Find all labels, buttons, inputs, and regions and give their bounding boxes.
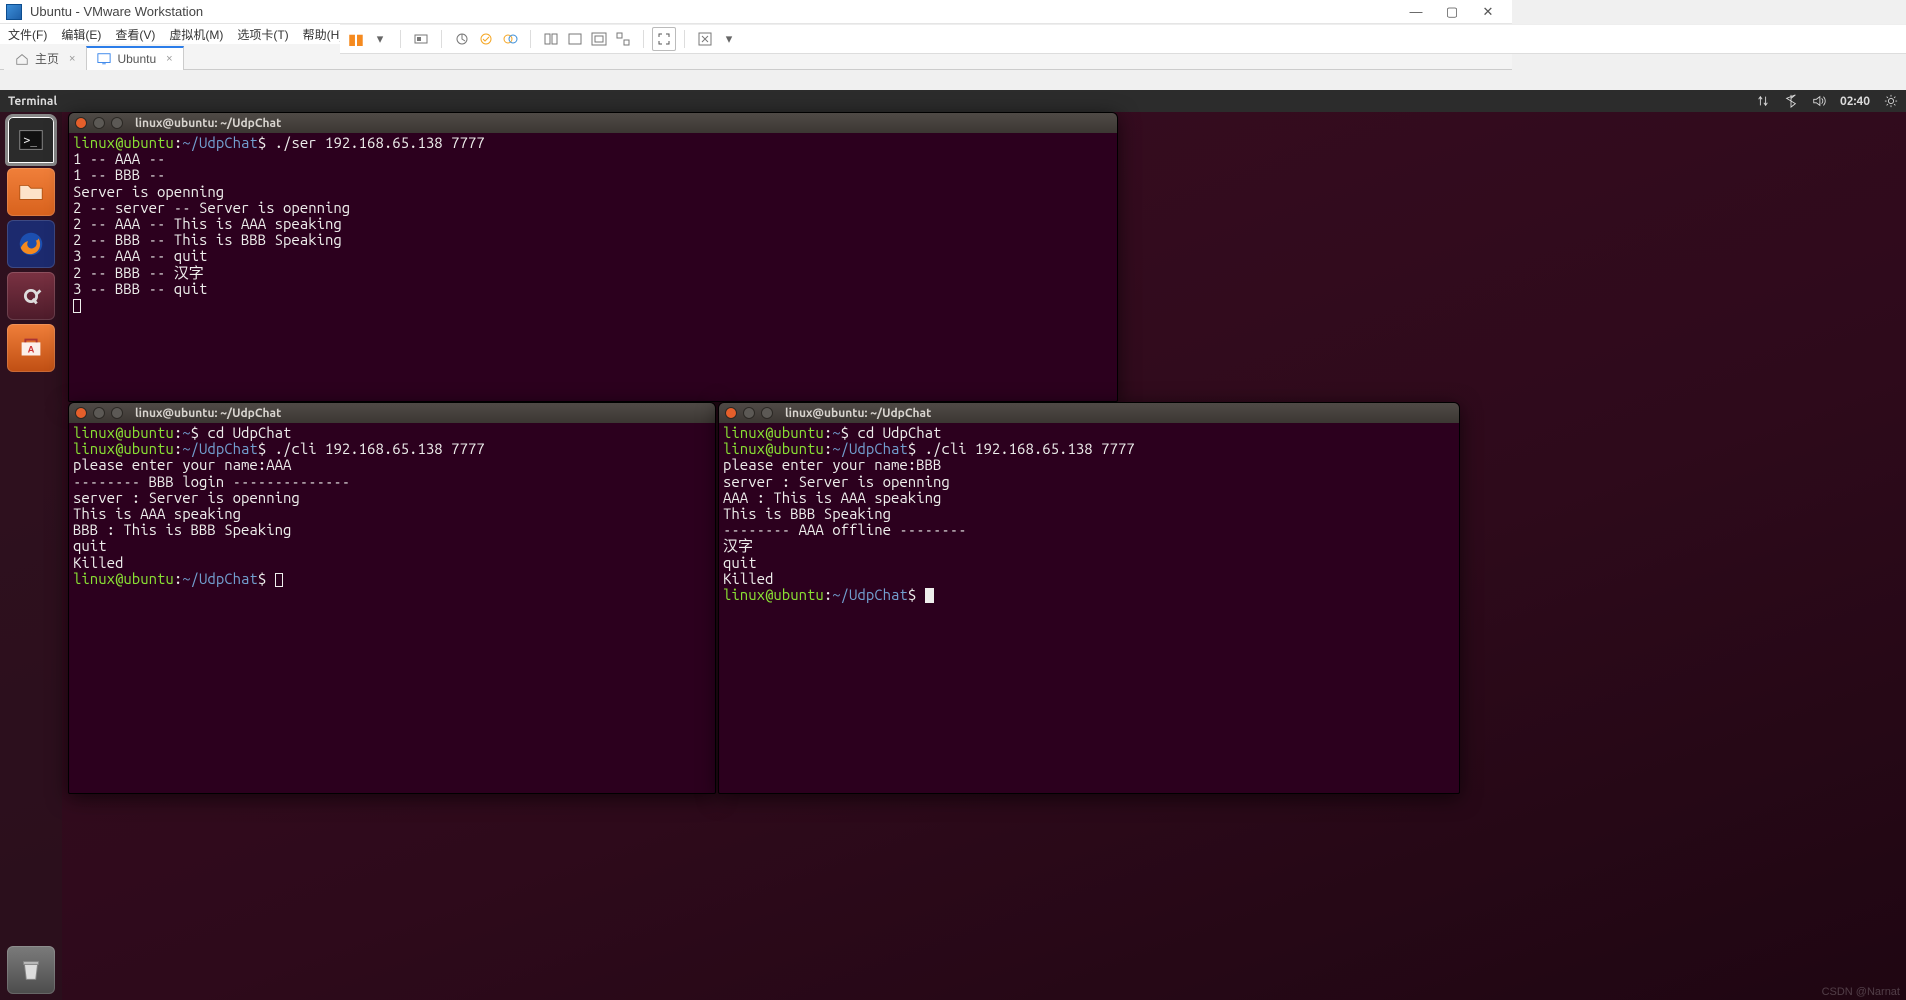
unity-launcher: A >_ [0, 112, 62, 1000]
cursor [73, 299, 81, 313]
monitor-icon [97, 52, 111, 66]
tab-home[interactable]: 主页 × [4, 46, 86, 70]
host-titlebar: Ubuntu - VMware Workstation — ▢ ✕ [0, 0, 1512, 24]
files-icon[interactable] [7, 168, 55, 216]
cursor [275, 573, 283, 587]
terminal-titlebar[interactable]: linux@ubuntu: ~/UdpChat [69, 403, 715, 423]
terminal-server[interactable]: linux@ubuntu: ~/UdpChat linux@ubuntu:~/U… [68, 112, 1118, 402]
software-icon[interactable]: A [7, 324, 55, 372]
window-title: Ubuntu - VMware Workstation [30, 4, 203, 19]
view-unity-button[interactable] [611, 27, 635, 51]
terminal-output[interactable]: linux@ubuntu:~/UdpChat$ ./ser 192.168.65… [69, 133, 1117, 401]
window-close-icon[interactable] [75, 407, 87, 419]
watermark: CSDN @Narnat [1822, 986, 1900, 998]
toolbar-dropdown-icon[interactable]: ▾ [368, 27, 392, 51]
terminal-output[interactable]: linux@ubuntu:~$ cd UdpChat linux@ubuntu:… [719, 423, 1459, 793]
menu-edit[interactable]: 编辑(E) [61, 26, 101, 43]
tab-ubuntu[interactable]: Ubuntu × [86, 46, 183, 70]
send-ctrl-alt-del-button[interactable] [409, 27, 433, 51]
terminal-titlebar[interactable]: linux@ubuntu: ~/UdpChat [69, 113, 1117, 133]
view-fullscreen-button[interactable] [587, 27, 611, 51]
tab-label: Ubuntu [117, 52, 156, 66]
terminal-output[interactable]: linux@ubuntu:~$ cd UdpChat linux@ubuntu:… [69, 423, 715, 793]
close-icon[interactable]: × [166, 53, 172, 65]
firefox-icon[interactable] [7, 220, 55, 268]
menu-file[interactable]: 文件(F) [8, 26, 47, 43]
volume-icon[interactable] [1812, 94, 1826, 108]
terminal-titlebar[interactable]: linux@ubuntu: ~/UdpChat [719, 403, 1459, 423]
view-single-button[interactable] [539, 27, 563, 51]
menu-tabs[interactable]: 选项卡(T) [237, 26, 288, 43]
stretch-guest-button[interactable] [693, 27, 717, 51]
snapshot-button[interactable] [450, 27, 474, 51]
window-minimize-icon[interactable] [93, 117, 105, 129]
home-icon [15, 52, 29, 66]
window-minimize-icon[interactable] [743, 407, 755, 419]
vmware-icon [6, 4, 22, 20]
gear-icon[interactable] [1884, 94, 1898, 108]
host-toolbar: ▮▮ ▾ ▾ [340, 24, 1906, 54]
menu-vm[interactable]: 虚拟机(M) [169, 26, 223, 43]
vm-display[interactable]: Terminal 02:40 A >_ linux@ubuntu: ~/UdpC… [0, 90, 1906, 1000]
ubuntu-top-panel: Terminal 02:40 [0, 90, 1906, 112]
revert-snapshot-button[interactable] [474, 27, 498, 51]
enter-fullscreen-button[interactable] [652, 27, 676, 51]
bluetooth-icon[interactable] [1784, 94, 1798, 108]
svg-text:>_: >_ [24, 134, 38, 147]
clock[interactable]: 02:40 [1840, 95, 1870, 108]
network-icon[interactable] [1756, 94, 1770, 108]
svg-text:A: A [28, 345, 35, 355]
window-maximize-icon[interactable] [761, 407, 773, 419]
stretch-dropdown-icon[interactable]: ▾ [717, 27, 741, 51]
suspend-button[interactable]: ▮▮ [344, 27, 368, 51]
window-maximize-icon[interactable] [111, 117, 123, 129]
tab-label: 主页 [35, 50, 59, 67]
minimize-button[interactable]: — [1398, 0, 1434, 24]
terminal-title: linux@ubuntu: ~/UdpChat [135, 117, 281, 130]
menu-help[interactable]: 帮助(H) [303, 26, 344, 43]
window-close-icon[interactable] [75, 117, 87, 129]
terminal-title: linux@ubuntu: ~/UdpChat [785, 407, 931, 420]
manage-snapshots-button[interactable] [498, 27, 522, 51]
cursor [925, 588, 934, 603]
close-icon[interactable]: × [69, 53, 75, 65]
window-maximize-icon[interactable] [111, 407, 123, 419]
settings-icon[interactable] [7, 272, 55, 320]
close-button[interactable]: ✕ [1470, 0, 1506, 24]
terminal-client-a[interactable]: linux@ubuntu: ~/UdpChat linux@ubuntu:~$ … [68, 402, 716, 794]
view-console-button[interactable] [563, 27, 587, 51]
maximize-button[interactable]: ▢ [1434, 0, 1470, 24]
terminal-icon[interactable]: >_ [7, 116, 55, 164]
window-minimize-icon[interactable] [93, 407, 105, 419]
active-app-label[interactable]: Terminal [8, 95, 57, 108]
window-close-icon[interactable] [725, 407, 737, 419]
terminal-client-b[interactable]: linux@ubuntu: ~/UdpChat linux@ubuntu:~$ … [718, 402, 1460, 794]
menu-view[interactable]: 查看(V) [115, 26, 155, 43]
terminal-title: linux@ubuntu: ~/UdpChat [135, 407, 281, 420]
trash-icon[interactable] [7, 946, 55, 994]
